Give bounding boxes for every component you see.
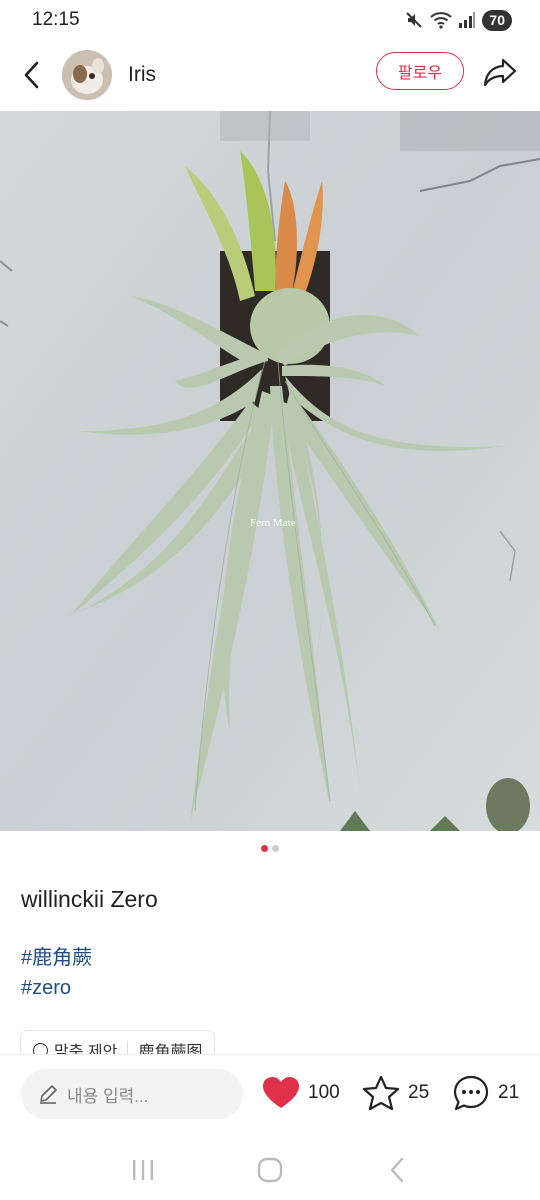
star-icon bbox=[362, 1075, 400, 1111]
like-button[interactable]: 100 bbox=[262, 1073, 340, 1113]
battery-badge: 70 bbox=[482, 9, 512, 31]
bottom-action-bar: 내용 입력... 100 25 21 bbox=[0, 1054, 540, 1140]
comment-placeholder: 내용 입력... bbox=[67, 1086, 149, 1106]
staghorn-fern-photo bbox=[0, 111, 540, 831]
comment-input[interactable]: 내용 입력... bbox=[21, 1069, 243, 1119]
pager-dot[interactable] bbox=[272, 845, 279, 852]
post-header: Iris 팔로우 bbox=[0, 40, 540, 110]
share-button[interactable] bbox=[478, 50, 522, 94]
comment-count: 21 bbox=[498, 1082, 520, 1103]
hashtag-link[interactable]: #鹿角蕨 bbox=[21, 941, 92, 970]
mute-icon bbox=[406, 12, 423, 28]
back-button[interactable] bbox=[4, 47, 60, 103]
post-photo[interactable]: Fern Mate bbox=[0, 111, 540, 831]
recent-apps-button[interactable] bbox=[118, 1145, 168, 1195]
pencil-icon bbox=[40, 1085, 57, 1104]
share-icon bbox=[483, 58, 517, 87]
favorite-count: 25 bbox=[408, 1082, 430, 1103]
avatar-image bbox=[62, 50, 112, 100]
home-icon bbox=[257, 1157, 283, 1183]
recent-apps-icon bbox=[133, 1160, 154, 1180]
post-title: willinckii Zero bbox=[21, 886, 158, 912]
system-nav-bar bbox=[0, 1140, 540, 1200]
wifi-icon bbox=[430, 12, 453, 29]
system-back-button[interactable] bbox=[372, 1145, 422, 1195]
photo-watermark: Fern Mate bbox=[250, 517, 296, 529]
heart-icon bbox=[263, 1077, 299, 1108]
username[interactable]: Iris bbox=[128, 63, 156, 87]
signal-icon bbox=[459, 12, 476, 28]
status-icons: 70 bbox=[404, 9, 512, 31]
comment-bubble-icon bbox=[453, 1075, 489, 1111]
follow-button[interactable]: 팔로우 bbox=[376, 52, 464, 90]
status-time: 12:15 bbox=[32, 9, 80, 30]
image-pager bbox=[0, 845, 540, 852]
favorite-button[interactable]: 25 bbox=[362, 1073, 429, 1113]
chevron-left-icon bbox=[24, 61, 39, 89]
pager-dot-active[interactable] bbox=[261, 845, 268, 852]
like-count: 100 bbox=[308, 1082, 340, 1103]
hashtag-link[interactable]: #zero bbox=[21, 977, 71, 1000]
avatar[interactable] bbox=[62, 50, 112, 100]
back-arrow-icon bbox=[390, 1157, 403, 1183]
status-bar: 12:15 70 bbox=[0, 0, 540, 40]
comment-button[interactable]: 21 bbox=[452, 1073, 519, 1113]
home-button[interactable] bbox=[245, 1145, 295, 1195]
